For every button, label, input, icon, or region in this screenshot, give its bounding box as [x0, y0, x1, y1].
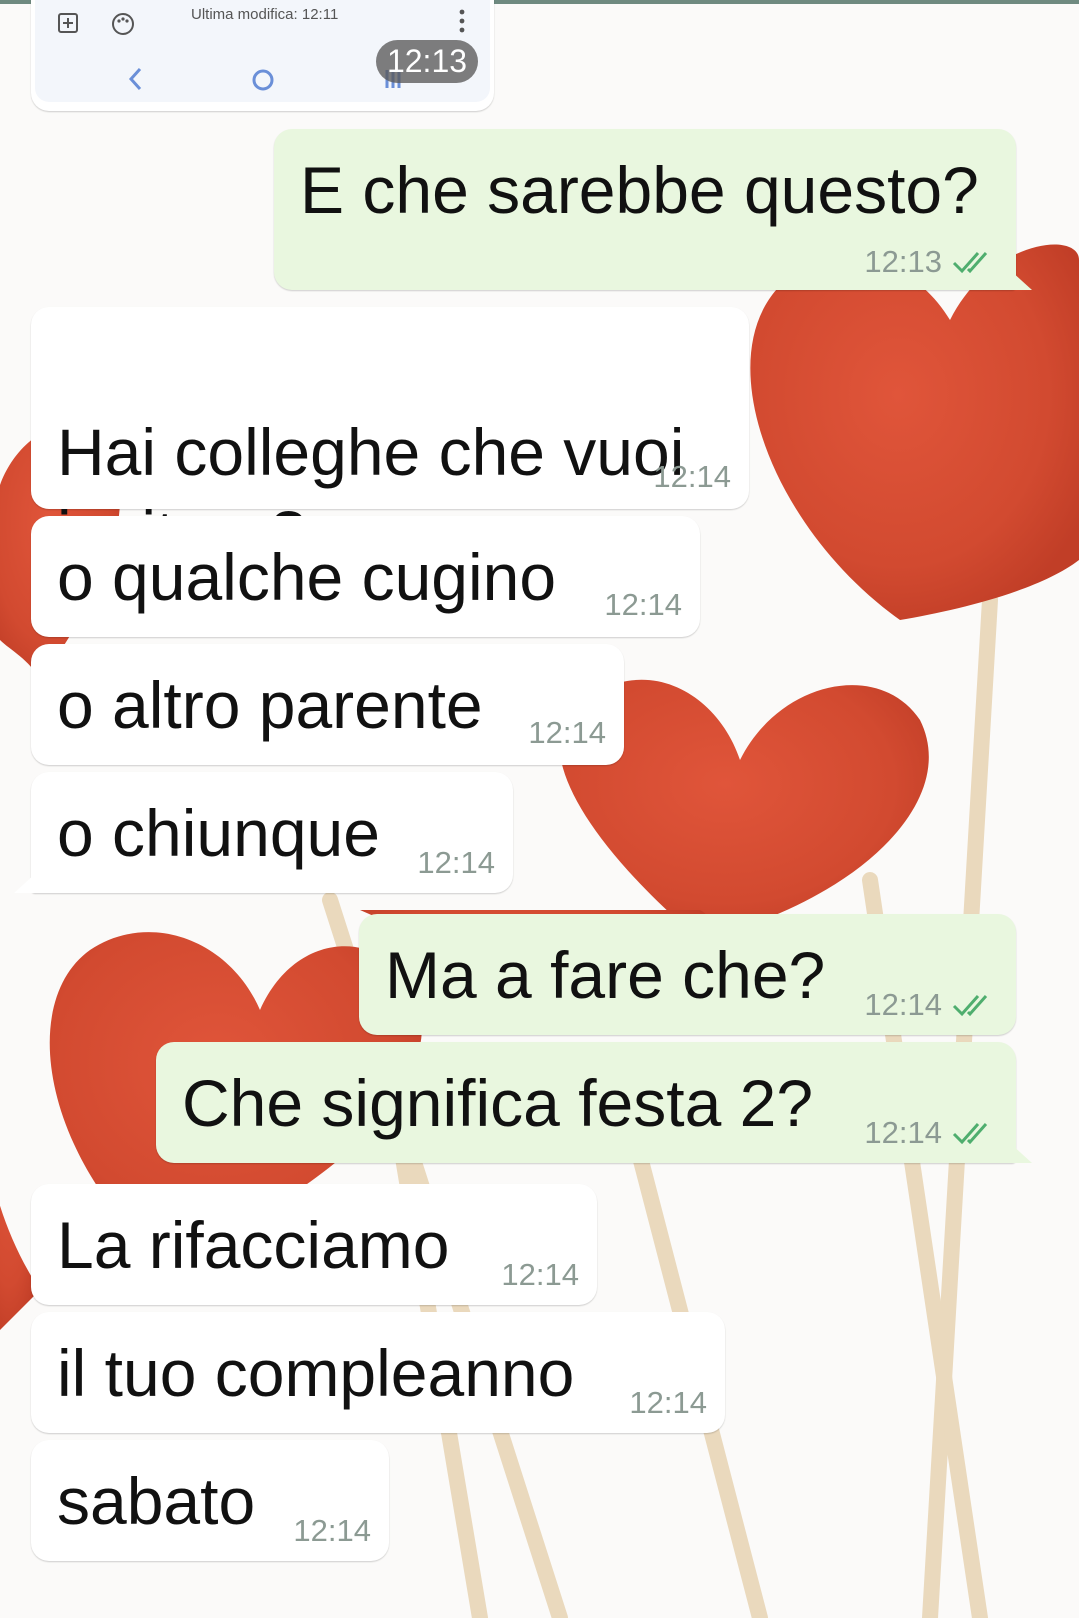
message-time: 12:14	[604, 587, 682, 622]
message-text: o qualche cugino	[57, 540, 557, 614]
message-meta: 12:14	[501, 1257, 579, 1293]
image-preview-card[interactable]: Ultima modifica: 12:11 12:13	[31, 0, 494, 111]
message-time: 12:14	[501, 1257, 579, 1292]
message-time: 12:14	[864, 987, 942, 1022]
message-text: La rifacciamo	[57, 1208, 450, 1282]
home-circle-icon	[251, 68, 275, 97]
message-meta: 12:14	[293, 1513, 371, 1549]
palette-icon	[111, 12, 135, 41]
bubble-tail	[14, 873, 36, 893]
more-vert-icon	[458, 8, 466, 39]
back-chevron-icon	[127, 66, 143, 97]
incoming-message[interactable]: o qualche cugino 12:14	[31, 516, 700, 637]
message-time: 12:14	[293, 1513, 371, 1548]
incoming-message[interactable]: o chiunque 12:14	[31, 772, 513, 893]
message-text: o altro parente	[57, 668, 483, 742]
add-box-icon	[57, 12, 79, 39]
bubble-tail	[1010, 270, 1032, 290]
incoming-message[interactable]: La rifacciamo 12:14	[31, 1184, 597, 1305]
message-text: Che significa festa 2?	[182, 1066, 814, 1140]
outgoing-message[interactable]: E che sarebbe questo? 12:13	[274, 129, 1016, 290]
double-check-icon	[952, 993, 998, 1017]
media-timestamp-chip: 12:13	[376, 40, 478, 83]
message-time: 12:14	[528, 715, 606, 750]
message-meta: 12:14	[604, 587, 682, 623]
message-meta: 12:14	[864, 987, 998, 1023]
message-meta: 12:14	[864, 1115, 998, 1151]
incoming-message[interactable]: sabato 12:14	[31, 1440, 389, 1561]
outgoing-message[interactable]: Ma a fare che? 12:14	[359, 914, 1016, 1035]
message-meta: 12:14	[417, 845, 495, 881]
message-text: il tuo compleanno	[57, 1336, 575, 1410]
message-meta: 12:14	[629, 1385, 707, 1421]
message-text: Ma a fare che?	[385, 938, 826, 1012]
double-check-icon	[952, 250, 998, 274]
message-meta: 12:14	[528, 715, 606, 751]
outgoing-message[interactable]: Che significa festa 2? 12:14	[156, 1042, 1016, 1163]
message-time: 12:14	[417, 845, 495, 880]
incoming-message[interactable]: o altro parente 12:14	[31, 644, 624, 765]
message-text: sabato	[57, 1464, 256, 1538]
last-modified-label: Ultima modifica: 12:11	[191, 6, 339, 23]
message-time: 12:14	[653, 459, 731, 494]
double-check-icon	[952, 1121, 998, 1145]
message-text: o chiunque	[57, 796, 380, 870]
message-text: E che sarebbe questo?	[300, 153, 979, 227]
preview-screenshot: Ultima modifica: 12:11 12:13	[35, 0, 490, 102]
bubble-tail	[1010, 1143, 1032, 1163]
message-meta: 12:14	[653, 459, 731, 495]
incoming-message[interactable]: il tuo compleanno 12:14	[31, 1312, 725, 1433]
message-time: 12:14	[629, 1385, 707, 1420]
message-meta: 12:13	[864, 244, 998, 280]
message-time: 12:13	[864, 244, 942, 279]
message-time: 12:14	[864, 1115, 942, 1150]
incoming-message[interactable]: Hai colleghe che vuoi invitare? 12:14	[31, 307, 749, 571]
